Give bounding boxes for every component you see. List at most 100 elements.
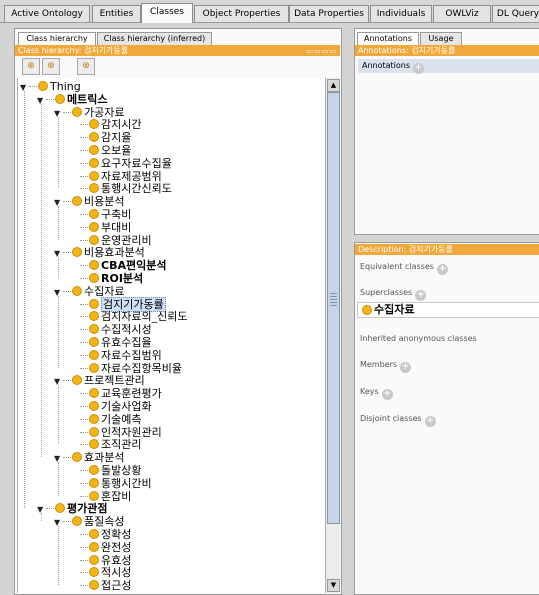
add-sibling-icon[interactable]: ⊕: [42, 58, 60, 75]
tree-node[interactable]: ▼ 프로젝트관리: [54, 374, 145, 387]
class-icon: [89, 260, 99, 271]
tree-node[interactable]: 수집적시성: [71, 323, 152, 336]
scroll-up-icon[interactable]: ▲: [327, 79, 340, 92]
tree-node-label: 혼잡비: [101, 489, 132, 503]
tab-object-properties[interactable]: Object Properties: [194, 5, 289, 22]
tree-node[interactable]: 조직관리: [71, 438, 141, 451]
tree-node[interactable]: ▼ 평가관점: [37, 502, 107, 515]
class-icon: [72, 375, 82, 386]
add-superclass-icon[interactable]: +: [415, 290, 427, 301]
tree-node-label: ROI분석: [101, 272, 144, 285]
tree-node[interactable]: 혼잡비: [71, 490, 131, 503]
tree-node[interactable]: 통행시간비: [71, 477, 152, 490]
tab-annotations[interactable]: Annotations: [357, 32, 419, 45]
add-key-icon[interactable]: +: [381, 389, 393, 400]
tree-node[interactable]: ▼ 수집자료: [54, 285, 124, 298]
tree-guide-line: [58, 462, 59, 496]
tree-connector-line: [80, 303, 88, 305]
tree-node[interactable]: 검지기가동률: [71, 296, 166, 312]
tree-node[interactable]: 자료수집항목비율: [71, 362, 182, 375]
tree-node-label: 자료제공범위: [101, 169, 162, 183]
class-icon: [89, 157, 99, 168]
tree-node-label: 자료수집범위: [101, 348, 162, 362]
tree-node-label: Thing: [50, 80, 81, 93]
scroll-thumb[interactable]: [327, 92, 340, 524]
class-icon: [89, 477, 99, 488]
tree-node[interactable]: 정확성: [71, 528, 131, 541]
tree-node[interactable]: 인적자원관리: [71, 426, 162, 439]
tree-node[interactable]: 부대비: [71, 221, 131, 234]
tree-node-label: 조직관리: [101, 438, 142, 452]
tab-usage[interactable]: Usage: [420, 32, 462, 45]
tree-guide-line: [58, 295, 59, 368]
tree-node[interactable]: 유효수집율: [71, 336, 152, 349]
tree-connector-line: [80, 367, 88, 369]
tab-dl-query[interactable]: DL Query: [492, 5, 539, 22]
tree-node[interactable]: ▼ 가공자료: [54, 106, 124, 119]
tree-node[interactable]: 기술예측: [71, 413, 141, 426]
add-disjoint-icon[interactable]: +: [424, 416, 436, 427]
add-annotation-icon[interactable]: +: [413, 63, 425, 74]
class-icon: [89, 298, 99, 309]
class-icon: [89, 541, 99, 552]
tree-connector-line: [80, 495, 88, 497]
tree-node[interactable]: 통행시간신뢰도: [71, 182, 172, 195]
tree-scrollbar[interactable]: ▲ ▼: [325, 78, 340, 593]
tree-node[interactable]: 기술사업화: [71, 400, 152, 413]
tree-node[interactable]: 감지시간: [71, 118, 141, 131]
tree-connector-line: [80, 534, 88, 535]
tab-class-hierarchy-inferred[interactable]: Class hierarchy (inferred): [97, 32, 212, 45]
tree-node[interactable]: ▼ 효과분석: [54, 451, 124, 464]
tree-node[interactable]: 자료수집범위: [71, 349, 162, 362]
tree-connector-line: [80, 559, 88, 561]
add-member-icon[interactable]: +: [400, 362, 412, 373]
window-controls-icon[interactable]: ▭▭▭▭: [307, 46, 337, 55]
tab-individuals[interactable]: Individuals: [370, 5, 432, 22]
tree-node[interactable]: 운영관리비: [71, 234, 152, 247]
tree-connector-line: [80, 470, 88, 471]
tree-node[interactable]: 오보율: [71, 144, 131, 157]
tree-node-label: 유효성: [101, 553, 132, 567]
tree-connector-line: [80, 418, 88, 420]
add-subclass-icon[interactable]: ⊕: [22, 58, 40, 75]
tree-node[interactable]: 자료제공범위: [71, 170, 162, 183]
tree-node[interactable]: ▼ 품질속성: [54, 515, 124, 528]
tree-node[interactable]: ▼ 메트릭스: [37, 93, 107, 106]
tree-node[interactable]: 완전성: [71, 541, 131, 554]
tree-node-label: 수집적시성: [101, 323, 152, 337]
tree-node[interactable]: ▼ 비용효과분석: [54, 246, 145, 259]
tree-node-label: 접근성: [101, 579, 132, 593]
superclass-row[interactable]: 수집자료: [357, 302, 539, 318]
keys-label: Keys: [360, 387, 379, 396]
tree-guide-line: [58, 526, 59, 586]
tree-node[interactable]: 요구자료수집율: [71, 157, 172, 170]
tree-node[interactable]: CBA편익분석: [71, 259, 166, 272]
tab-class-hierarchy[interactable]: Class hierarchy: [18, 32, 96, 45]
class-icon: [89, 529, 99, 539]
tab-data-properties[interactable]: Data Properties: [289, 5, 369, 22]
tree-connector-line: [80, 342, 88, 343]
tree-node[interactable]: 돌발상황: [71, 464, 141, 477]
tree-node[interactable]: 접근성: [71, 579, 131, 592]
tree-node-label: 효과분석: [84, 451, 125, 465]
tree-node[interactable]: 유효성: [71, 554, 131, 567]
delete-class-icon[interactable]: ⊗: [77, 58, 95, 75]
class-icon: [89, 209, 99, 219]
superclass-value: 수집자료: [374, 303, 415, 316]
tab-classes[interactable]: Classes: [141, 3, 193, 23]
tree-node[interactable]: 검지자료의_신뢰도: [71, 310, 187, 323]
scroll-down-icon[interactable]: ▼: [327, 579, 340, 592]
tab-entities[interactable]: Entities: [92, 5, 141, 22]
tree-node[interactable]: 교육훈련평가: [71, 387, 162, 400]
tree-node[interactable]: 감지율: [71, 131, 131, 144]
tree-node[interactable]: ▼ 비용분석: [54, 195, 124, 208]
add-equivalent-icon[interactable]: +: [436, 264, 448, 275]
class-icon: [89, 567, 99, 578]
tree-node[interactable]: 적시성: [71, 566, 131, 579]
tree-node[interactable]: ▼ Thing: [20, 80, 81, 93]
tab-owlviz[interactable]: OWLViz: [433, 5, 491, 22]
tree-node[interactable]: 구축비: [71, 208, 131, 221]
tree-node[interactable]: ROI분석: [71, 272, 143, 285]
annotations-title: Annotations: 검지기가동률: [358, 46, 456, 55]
tab-active-ontology[interactable]: Active Ontology: [4, 5, 90, 22]
